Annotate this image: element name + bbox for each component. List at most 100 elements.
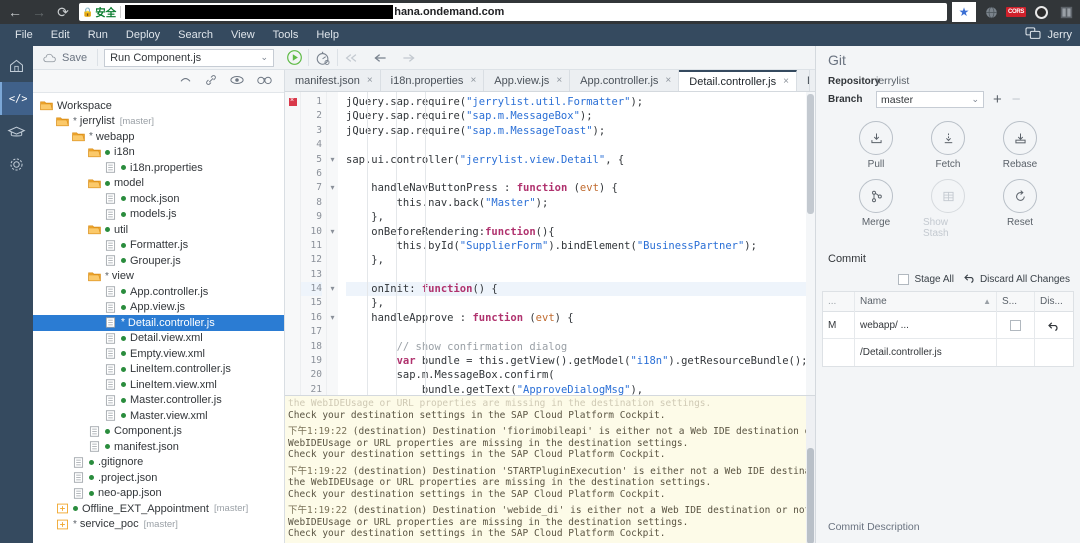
tab-close-icon[interactable]: × (470, 75, 476, 86)
tree-item-jerrylist[interactable]: * jerrylist [master] (33, 114, 284, 130)
tree-item-model[interactable]: model (33, 176, 284, 192)
extension-globe-icon[interactable] (981, 2, 1001, 22)
git-pull-button[interactable]: Pull (851, 121, 901, 170)
extension-dark-icon[interactable] (1031, 2, 1051, 22)
binoculars-icon[interactable] (257, 75, 272, 88)
menu-item-deploy[interactable]: Deploy (117, 24, 169, 46)
browser-reload-button[interactable]: ⟳ (52, 2, 74, 22)
tree-item-lineitem-view-xml[interactable]: LineItem.view.xml (33, 377, 284, 393)
nav-forward-icon[interactable] (394, 46, 422, 70)
run-play-icon[interactable] (280, 46, 308, 70)
console-scrollbar-thumb[interactable] (807, 448, 814, 543)
tab-app-controller-js[interactable]: App.controller.js × (570, 70, 680, 91)
menu-item-run[interactable]: Run (79, 24, 117, 46)
tree-item-master-view-xml[interactable]: Master.view.xml (33, 408, 284, 424)
file-tree[interactable]: Workspace * jerrylist [master] * webapp i18n i1… (33, 93, 284, 543)
fold-toggle-icon[interactable]: ▾ (327, 282, 338, 296)
git-col-stage[interactable]: S... (997, 291, 1035, 312)
tab-close-icon[interactable]: × (367, 75, 373, 86)
editor-code-content[interactable]: jQuery.sap.require("jerrylist.util.Forma… (338, 92, 815, 395)
chat-bubbles-icon[interactable] (1025, 26, 1041, 44)
step-back-icon[interactable] (338, 46, 366, 70)
debug-stopwatch-icon[interactable] (309, 46, 337, 70)
code-icon[interactable]: </> (0, 82, 33, 115)
browser-forward-button[interactable]: → (28, 2, 50, 22)
editor-scrollbar-thumb[interactable] (807, 94, 814, 214)
menu-item-file[interactable]: File (6, 24, 42, 46)
menu-item-edit[interactable]: Edit (42, 24, 79, 46)
tree-item-neo-app-json[interactable]: neo-app.json (33, 486, 284, 502)
tree-item-app-view-js[interactable]: App.view.js (33, 300, 284, 316)
editor-fold-gutter[interactable]: ▾ ▾ ▾ ▾ ▾ ▾▾ (327, 92, 338, 395)
console-scrollbar[interactable] (806, 396, 815, 543)
graduation-cap-icon[interactable] (0, 115, 33, 148)
tab-manifest-json[interactable]: manifest.json × (285, 70, 381, 91)
console-panel[interactable]: the WebIDEUsage or URL properties are mi… (285, 395, 815, 543)
git-col-name[interactable]: Name ▲ (855, 291, 997, 312)
tree-item-webapp[interactable]: * webapp (33, 129, 284, 145)
user-name-label[interactable]: Jerry (1048, 29, 1072, 41)
git-row-stage-checkbox[interactable] (997, 312, 1035, 339)
gear-icon[interactable] (0, 148, 33, 181)
tab-close-icon[interactable]: × (783, 76, 789, 87)
address-bar[interactable]: 🔒 安全 hana.ondemand.com (79, 3, 947, 21)
tab-det[interactable]: Det (796, 70, 810, 91)
tree-item-workspace[interactable]: Workspace (33, 98, 284, 114)
tree-item-empty-view-xml[interactable]: Empty.view.xml (33, 346, 284, 362)
tree-item-mock-json[interactable]: mock.json (33, 191, 284, 207)
tree-item-lineitem-controller-js[interactable]: LineItem.controller.js (33, 362, 284, 378)
menu-item-search[interactable]: Search (169, 24, 222, 46)
tree-item-detail-view-xml[interactable]: Detail.view.xml (33, 331, 284, 347)
fold-toggle-icon[interactable]: ▾ (327, 153, 338, 167)
git-col-status[interactable]: ... (823, 291, 855, 312)
menu-item-view[interactable]: View (222, 24, 264, 46)
git-rebase-button[interactable]: Rebase (995, 121, 1045, 170)
editor-scrollbar[interactable] (806, 92, 815, 395)
tree-item-component-js[interactable]: Component.js (33, 424, 284, 440)
collapse-chevron-icon[interactable] (179, 75, 192, 87)
git-show-stash-button[interactable]: Show Stash (923, 179, 973, 239)
tab-detail-controller-js[interactable]: Detail.controller.js × (679, 70, 797, 91)
tab-app-view-js[interactable]: App.view.js × (484, 70, 571, 91)
home-icon[interactable] (0, 49, 33, 82)
stage-all-checkbox[interactable]: Stage All (898, 274, 954, 285)
plus-icon[interactable]: + (993, 92, 1002, 107)
git-reset-button[interactable]: Reset (995, 179, 1045, 239)
code-editor[interactable]: 123456789101112131415161718192021222324 … (285, 92, 815, 395)
browser-back-button[interactable]: ← (4, 2, 26, 22)
git-fetch-button[interactable]: Fetch (923, 121, 973, 170)
tree-item-i18n-properties[interactable]: i18n.properties (33, 160, 284, 176)
editor-tabbar[interactable]: manifest.json × i18n.properties × App.view.j… (285, 70, 871, 92)
editor-error-gutter[interactable] (285, 92, 301, 395)
tree-item-app-controller-js[interactable]: App.controller.js (33, 284, 284, 300)
tree-item-util[interactable]: util (33, 222, 284, 238)
git-branch-select[interactable]: master ⌄ (876, 91, 984, 108)
tree-item-i18n[interactable]: i18n (33, 145, 284, 161)
tree-item-offline-ext-appointment[interactable]: Offline_EXT_Appointment [master] (33, 501, 284, 517)
fold-toggle-icon[interactable]: ▾ (327, 181, 338, 195)
minus-icon[interactable]: − (1012, 92, 1021, 107)
menu-item-help[interactable]: Help (307, 24, 348, 46)
run-configuration-select[interactable]: Run Component.js ⌄ (104, 48, 275, 67)
fold-toggle-icon[interactable]: ▾ (327, 311, 338, 325)
tree-item-manifest-json[interactable]: manifest.json (33, 439, 284, 455)
tab-i18n-properties[interactable]: i18n.properties × (380, 70, 485, 91)
tree-item-formatter-js[interactable]: Formatter.js (33, 238, 284, 254)
tab-close-icon[interactable]: × (556, 75, 562, 86)
error-marker-icon[interactable] (288, 97, 297, 106)
fold-toggle-icon[interactable]: ▾ (327, 225, 338, 239)
menu-item-tools[interactable]: Tools (264, 24, 308, 46)
link-icon[interactable] (205, 74, 217, 89)
tree-item-service-poc[interactable]: * service_poc [master] (33, 517, 284, 533)
tree-item-master-controller-js[interactable]: Master.controller.js (33, 393, 284, 409)
eye-icon[interactable] (230, 75, 244, 88)
git-col-discard[interactable]: Dis... (1035, 292, 1073, 312)
tree-item-grouper-js[interactable]: Grouper.js (33, 253, 284, 269)
discard-all-changes-button[interactable]: Discard All Changes (964, 273, 1070, 286)
tree-item-detail-controller-js[interactable]: * Detail.controller.js (33, 315, 284, 331)
table-row[interactable]: M webapp/ ... /Detail.controller.js (823, 312, 1073, 358)
save-button[interactable]: Save (37, 52, 97, 64)
bookmark-star-icon[interactable]: ★ (952, 2, 976, 22)
tree-item-project-json[interactable]: .project.json (33, 470, 284, 486)
tree-item-gitignore[interactable]: .gitignore (33, 455, 284, 471)
